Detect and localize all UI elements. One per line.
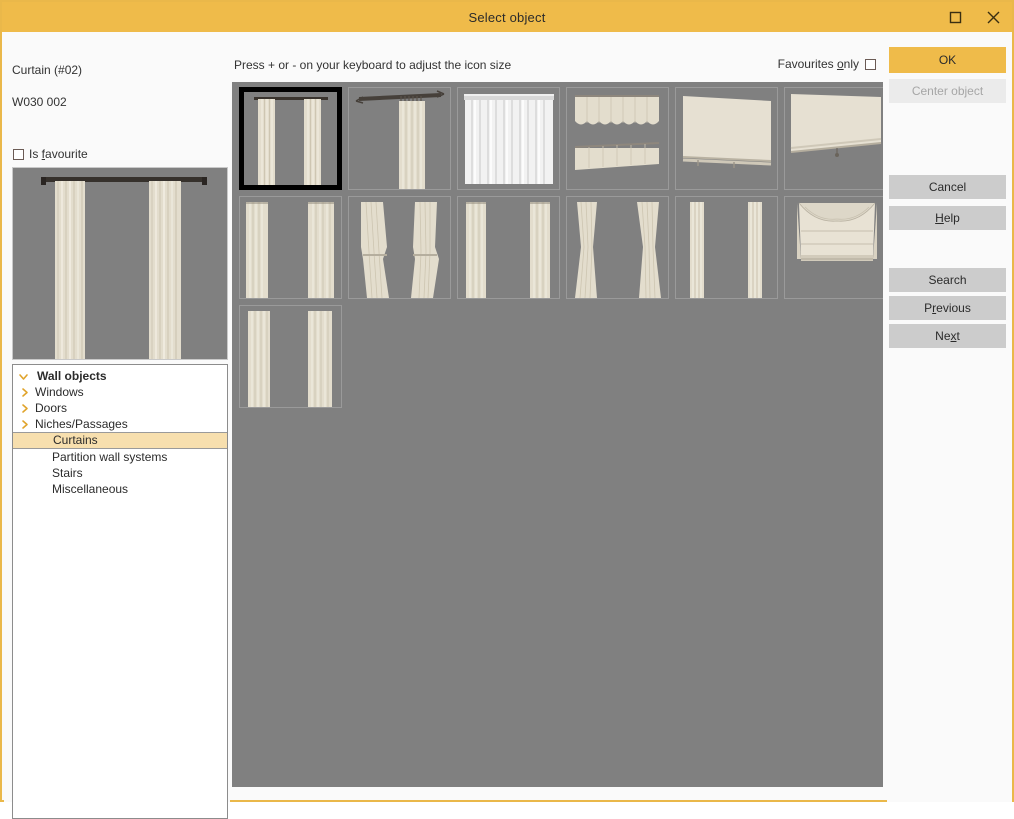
help-button[interactable]: Help <box>889 206 1006 230</box>
thumbnail-vertical-blinds[interactable] <box>457 87 560 190</box>
close-button[interactable] <box>974 2 1012 32</box>
title-bar: Select object <box>2 2 1012 32</box>
object-name: Curtain (#02) <box>12 62 82 78</box>
tree-item-curtains[interactable]: Curtains <box>12 432 228 449</box>
tree-item-windows[interactable]: Windows <box>13 384 227 400</box>
thumbnail-curtain-panels-straight[interactable] <box>239 196 342 299</box>
favourites-only-label: Favourites only <box>778 57 859 71</box>
tree-item-partition-wall-systems[interactable]: Partition wall systems <box>13 449 227 465</box>
chevron-right-icon[interactable] <box>19 419 33 430</box>
select-object-dialog: Select object Curtain (#02) <box>0 0 1014 802</box>
is-favourite-row[interactable]: Is favourite <box>13 147 88 161</box>
tree-item-wall-objects[interactable]: Wall objects <box>13 368 227 384</box>
icon-size-hint: Press + or - on your keyboard to adjust … <box>234 58 511 72</box>
maximize-button[interactable] <box>936 2 974 32</box>
curtain-preview-image <box>13 168 227 359</box>
is-favourite-label: Is favourite <box>29 147 88 161</box>
tree-item-label: Windows <box>35 384 84 400</box>
tree-item-doors[interactable]: Doors <box>13 400 227 416</box>
chevron-right-icon[interactable] <box>19 387 33 398</box>
thumbnail-curtain-two-panels-rod[interactable] <box>239 87 342 190</box>
is-favourite-checkbox[interactable] <box>13 149 24 160</box>
ok-button[interactable]: OK <box>889 47 1006 73</box>
tree-item-label: Partition wall systems <box>52 449 167 465</box>
favourites-only-row[interactable]: Favourites only <box>778 57 876 71</box>
search-button[interactable]: Search <box>889 268 1006 292</box>
tree-item-label: Wall objects <box>37 368 107 384</box>
object-preview <box>12 167 228 360</box>
thumbnail-roller-blind-flat[interactable] <box>675 87 778 190</box>
thumbnail-curtain-panels-wide[interactable] <box>457 196 560 299</box>
thumbnail-valance-scallop-pair[interactable] <box>566 87 669 190</box>
object-thumbnail-grid[interactable] <box>232 82 883 787</box>
thumbnail-roller-blind-angled[interactable] <box>784 87 883 190</box>
thumbnail-curtain-pleated-rod[interactable] <box>348 87 451 190</box>
thumbnail-curtain-panels-plain[interactable] <box>239 305 342 408</box>
chevron-down-icon[interactable] <box>18 371 33 382</box>
favourites-only-checkbox[interactable] <box>865 59 876 70</box>
center-object-button[interactable]: Center object <box>889 79 1006 103</box>
thumbnail-curtain-panels-flared[interactable] <box>566 196 669 299</box>
tree-item-label: Curtains <box>53 433 98 448</box>
tree-item-miscellaneous[interactable]: Miscellaneous <box>13 481 227 497</box>
maximize-icon <box>949 11 962 24</box>
category-tree[interactable]: Wall objects Windows Doors Niches/Passag… <box>12 364 228 819</box>
object-code: W030 002 <box>12 94 82 110</box>
tree-item-label: Miscellaneous <box>52 481 128 497</box>
chevron-right-icon[interactable] <box>19 403 33 414</box>
tree-item-stairs[interactable]: Stairs <box>13 465 227 481</box>
window-controls <box>936 2 1012 32</box>
next-button[interactable]: Next <box>889 324 1006 348</box>
tree-item-niches-passages[interactable]: Niches/Passages <box>13 416 227 432</box>
tree-item-label: Doors <box>35 400 67 416</box>
previous-button[interactable]: Previous <box>889 296 1006 320</box>
tree-item-label: Niches/Passages <box>35 416 128 432</box>
close-icon <box>986 10 1001 25</box>
action-button-panel: OK Center object Cancel Help Search Prev… <box>887 32 1012 802</box>
left-panel: Curtain (#02) W030 002 Is favourite <box>4 32 230 802</box>
thumbnail-austrian-swag-blind[interactable] <box>784 196 883 299</box>
cancel-button[interactable]: Cancel <box>889 175 1006 199</box>
thumbnail-curtain-panels-narrow[interactable] <box>675 196 778 299</box>
dialog-title: Select object <box>468 10 545 25</box>
object-info: Curtain (#02) W030 002 <box>12 46 82 126</box>
thumbnail-curtain-panels-tied-back[interactable] <box>348 196 451 299</box>
tree-item-label: Stairs <box>52 465 83 481</box>
